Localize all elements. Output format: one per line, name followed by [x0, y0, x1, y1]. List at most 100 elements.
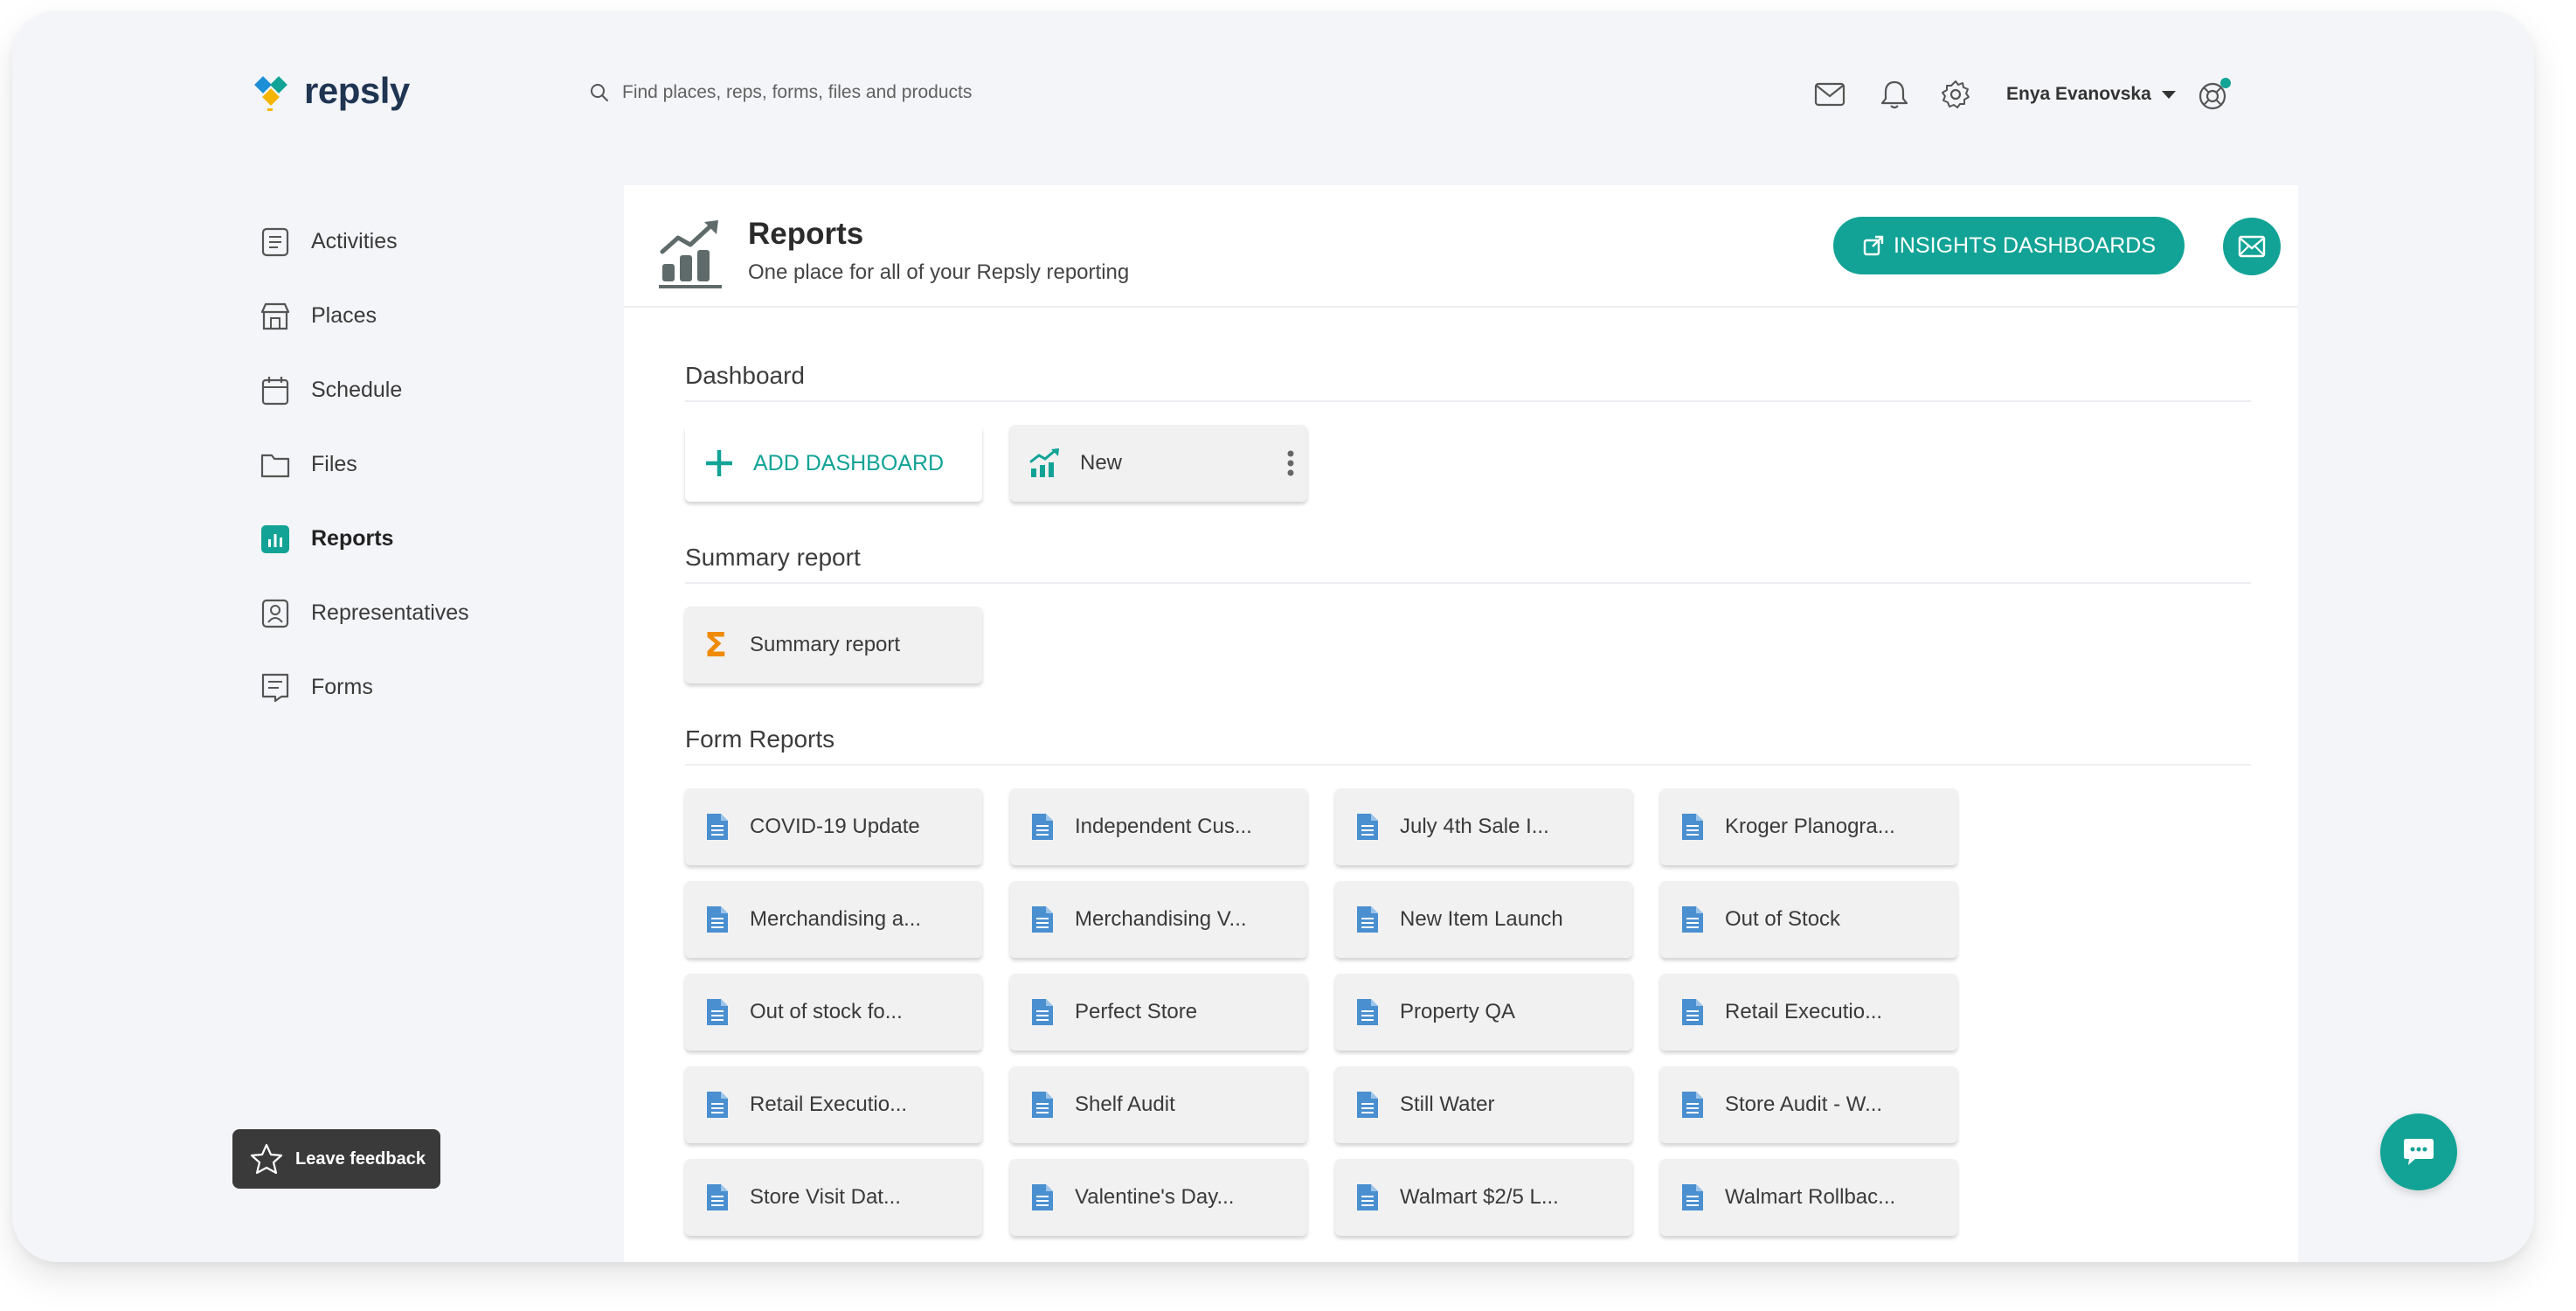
- form-report-card[interactable]: Walmart $2/5 L...: [1335, 1159, 1632, 1236]
- sidebar-item-label: Forms: [311, 675, 373, 699]
- document-icon: [1679, 1089, 1706, 1120]
- form-report-card[interactable]: Merchandising a...: [685, 881, 982, 958]
- repsly-logo[interactable]: repsly: [250, 68, 410, 114]
- form-report-card[interactable]: Valentine's Day...: [1010, 1159, 1307, 1236]
- form-report-card[interactable]: Shelf Audit: [1010, 1066, 1307, 1143]
- form-report-card[interactable]: Kroger Planogra...: [1660, 788, 1957, 865]
- panel-header: Reports One place for all of your Repsly…: [624, 185, 2298, 308]
- calendar-icon: [259, 374, 292, 407]
- sidebar-item-places[interactable]: Places: [259, 279, 469, 353]
- document-icon: [1679, 1182, 1706, 1213]
- form-report-label: Walmart $2/5 L...: [1400, 1185, 1559, 1209]
- form-report-card[interactable]: Out of Stock: [1660, 881, 1957, 958]
- form-report-card[interactable]: Walmart Rollbac...: [1660, 1159, 1957, 1236]
- document-icon: [1029, 1089, 1056, 1120]
- document-icon: [1354, 811, 1381, 843]
- search-icon: [591, 84, 608, 101]
- gear-icon[interactable]: [1938, 77, 1973, 112]
- form-report-card[interactable]: Perfect Store: [1010, 974, 1307, 1051]
- user-menu[interactable]: Enya Evanovska: [2006, 84, 2176, 105]
- chat-bubble-icon: [2404, 1139, 2434, 1165]
- plus-icon: [706, 450, 732, 476]
- bell-icon[interactable]: [1877, 77, 1912, 112]
- insights-button-label: INSIGHTS DASHBOARDS: [1893, 232, 2157, 258]
- form-report-label: Independent Cus...: [1075, 815, 1252, 838]
- page-title: Reports: [748, 217, 864, 251]
- sidebar-item-forms[interactable]: Forms: [259, 650, 469, 725]
- store-icon: [259, 300, 292, 333]
- form-report-label: July 4th Sale I...: [1400, 815, 1549, 838]
- form-report-card[interactable]: COVID-19 Update: [685, 788, 982, 865]
- dashboard-section-title: Dashboard: [685, 362, 2251, 402]
- form-icon: [259, 671, 292, 704]
- form-report-label: Merchandising V...: [1075, 907, 1247, 931]
- document-icon: [1679, 904, 1706, 935]
- reports-panel: Reports One place for all of your Repsly…: [624, 185, 2298, 1262]
- document-icon: [1679, 996, 1706, 1028]
- form-report-card[interactable]: Still Water: [1335, 1066, 1632, 1143]
- sidebar-item-activities[interactable]: Activities: [259, 205, 469, 279]
- form-report-label: Property QA: [1400, 1000, 1516, 1023]
- sidebar-item-reports[interactable]: Reports: [259, 502, 469, 576]
- document-icon: [704, 1182, 731, 1213]
- form-reports-section-title: Form Reports: [685, 725, 2251, 766]
- form-report-label: Perfect Store: [1075, 1000, 1198, 1023]
- document-icon: [1029, 904, 1056, 935]
- sigma-icon: Σ: [704, 626, 727, 664]
- form-report-card[interactable]: Merchandising V...: [1010, 881, 1307, 958]
- dashboard-card-new[interactable]: New: [1010, 425, 1307, 502]
- sidebar-item-schedule[interactable]: Schedule: [259, 353, 469, 427]
- document-icon: [1354, 1182, 1381, 1213]
- sidebar-item-label: Schedule: [311, 378, 403, 402]
- form-report-label: Still Water: [1400, 1092, 1495, 1116]
- document-icon: [704, 904, 731, 935]
- document-icon: [1354, 996, 1381, 1028]
- form-report-card[interactable]: Property QA: [1335, 974, 1632, 1051]
- search-bar[interactable]: Find places, reps, forms, files and prod…: [589, 82, 972, 103]
- form-report-card[interactable]: Store Visit Dat...: [685, 1159, 982, 1236]
- form-report-card[interactable]: July 4th Sale I...: [1335, 788, 1632, 865]
- form-report-card[interactable]: Store Audit - W...: [1660, 1066, 1957, 1143]
- mail-icon[interactable]: [1812, 77, 1847, 112]
- document-icon: [1029, 1182, 1056, 1213]
- form-report-label: Valentine's Day...: [1075, 1185, 1235, 1209]
- person-badge-icon: [259, 597, 292, 630]
- form-report-label: Store Visit Dat...: [750, 1185, 901, 1209]
- form-report-label: Merchandising a...: [750, 907, 922, 931]
- form-report-card[interactable]: Independent Cus...: [1010, 788, 1307, 865]
- sidebar-item-representatives[interactable]: Representatives: [259, 576, 469, 650]
- insights-dashboards-button[interactable]: INSIGHTS DASHBOARDS: [1833, 217, 2185, 274]
- document-icon: [1354, 904, 1381, 935]
- summary-card-label: Summary report: [750, 633, 901, 656]
- form-report-card[interactable]: Out of stock fo...: [685, 974, 982, 1051]
- logo-text: repsly: [304, 70, 410, 111]
- more-vertical-icon[interactable]: [1286, 449, 1295, 477]
- sidebar-item-files[interactable]: Files: [259, 427, 469, 502]
- user-name: Enya Evanovska: [2006, 84, 2151, 104]
- document-icon: [704, 1089, 731, 1120]
- form-report-label: COVID-19 Update: [750, 815, 920, 838]
- add-dashboard-label: ADD DASHBOARD: [753, 450, 945, 475]
- star-icon: [250, 1143, 283, 1175]
- help-lifebuoy-icon[interactable]: [2197, 77, 2232, 112]
- document-icon: [704, 996, 731, 1028]
- add-dashboard-button[interactable]: ADD DASHBOARD: [685, 425, 982, 502]
- form-report-label: Out of Stock: [1725, 907, 1841, 931]
- form-report-card[interactable]: Retail Executio...: [1660, 974, 1957, 1051]
- form-report-label: Shelf Audit: [1075, 1092, 1175, 1116]
- summary-report-card[interactable]: Σ Summary report: [685, 607, 982, 683]
- document-icon: [1354, 1089, 1381, 1120]
- folder-icon: [259, 448, 292, 482]
- form-report-card[interactable]: Retail Executio...: [685, 1066, 982, 1143]
- email-report-button[interactable]: [2223, 218, 2281, 275]
- search-input[interactable]: Find places, reps, forms, files and prod…: [622, 82, 972, 103]
- external-link-icon: [1863, 235, 1884, 256]
- reports-chart-icon: [659, 220, 722, 288]
- chevron-down-icon: [2161, 90, 2176, 99]
- summary-section-title: Summary report: [685, 544, 2251, 584]
- document-icon: [1029, 811, 1056, 843]
- chat-button[interactable]: [2380, 1113, 2457, 1190]
- leave-feedback-button[interactable]: Leave feedback: [232, 1129, 440, 1189]
- sidebar-item-label: Files: [311, 452, 357, 476]
- form-report-card[interactable]: New Item Launch: [1335, 881, 1632, 958]
